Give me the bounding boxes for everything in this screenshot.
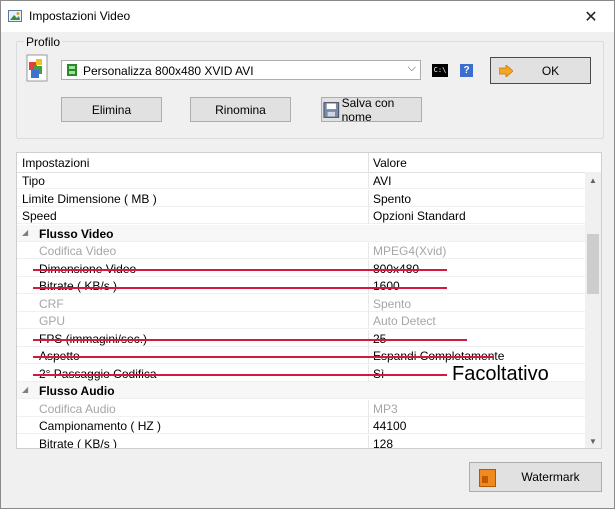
scroll-up-icon[interactable]: ▲ — [585, 172, 601, 188]
grid-row-key: Speed — [22, 209, 57, 223]
grid-row-key: CRF — [39, 296, 64, 311]
grid-row: CRF Spento — [17, 294, 585, 312]
grid-row[interactable]: Dimensione Video800x480 — [17, 259, 585, 277]
film-icon — [67, 64, 77, 76]
grid-row: GPU Auto Detect — [17, 312, 585, 329]
arrow-right-icon — [499, 65, 513, 77]
grid-row-key: Tipo — [22, 174, 45, 188]
grid-scrollbar[interactable]: ▲ ▼ — [585, 172, 601, 448]
grid-row-value: Spento — [373, 191, 412, 206]
window-title: Impostazioni Video — [29, 9, 131, 23]
scroll-down-icon[interactable]: ▼ — [585, 433, 601, 448]
grid-row-value: MPEG4(Xvid) — [373, 244, 447, 258]
grid-row: Codifica Audio MP3 — [17, 399, 585, 417]
grid-row-key: Codifica Video — [39, 244, 117, 258]
grid-header: Impostazioni Valore — [17, 153, 601, 173]
annotation-underline — [33, 339, 467, 341]
grid-row-value: Opzioni Standard — [373, 209, 466, 223]
grid-row[interactable]: Bitrate ( KB/s ) 1600 — [17, 277, 585, 294]
annotation-text: Facoltativo — [452, 363, 549, 385]
grid-row-key: Campionamento ( HZ ) — [39, 419, 162, 433]
grid-row-key: Flusso Video — [39, 226, 114, 241]
video-settings-window: Impostazioni Video ✕ Profilo Personalizz… — [0, 0, 615, 509]
grid-row[interactable]: Bitrate ( KB/s ) 128 — [17, 434, 585, 449]
disk-icon — [323, 101, 340, 118]
close-button[interactable]: ✕ — [568, 1, 614, 32]
grid-row-value: Auto Detect — [373, 314, 436, 328]
grid-row-key: Limite Dimensione ( MB ) — [22, 191, 157, 206]
help-icon[interactable]: ? — [460, 64, 473, 77]
scroll-thumb[interactable] — [587, 234, 599, 294]
annotation-underline — [33, 356, 493, 358]
close-icon: ✕ — [584, 8, 598, 26]
grid-row-value: Spento — [373, 296, 412, 311]
ok-button[interactable]: OK — [490, 57, 591, 84]
grid-row-key: GPU — [39, 314, 66, 328]
picture-icon — [8, 10, 22, 22]
header-settings: Impostazioni — [22, 156, 90, 170]
grid-row[interactable]: Campionamento ( HZ ) 44100 — [17, 417, 585, 434]
profile-select[interactable]: Personalizza 800x480 XVID AVI ⌵ — [61, 60, 421, 80]
delete-button-label: Elimina — [91, 102, 132, 117]
rename-button-label: Rinomina — [215, 102, 266, 117]
grid-category[interactable]: ◢ Flusso Video — [17, 224, 585, 242]
grid-row[interactable]: FPS (immagini/sec.)25 — [17, 329, 585, 347]
header-value: Valore — [373, 156, 407, 170]
profile-select-value: Personalizza 800x480 XVID AVI — [83, 64, 254, 78]
grid-row: Codifica Video MPEG4(Xvid) — [17, 242, 585, 259]
grid-row-value: MP3 — [373, 401, 398, 416]
profile-group-label: Profilo — [24, 35, 63, 49]
grid-row-value: 128 — [373, 436, 394, 449]
chevron-down-icon: ⌵ — [407, 62, 416, 74]
grid-row-key: Bitrate ( KB/s ) — [39, 279, 118, 293]
grid-row-key: Codifica Audio — [39, 401, 116, 416]
grid-row-value: 44100 — [373, 419, 407, 433]
grid-row-value: AVI — [373, 174, 392, 188]
grid-row[interactable]: Tipo AVI — [17, 172, 585, 189]
grid-row[interactable]: Speed Opzioni Standard — [17, 207, 585, 224]
grid-row[interactable]: Limite Dimensione ( MB ) Spento — [17, 189, 585, 207]
ok-button-label: OK — [541, 63, 560, 78]
settings-grid: Impostazioni Valore Tipo AVI Limite Dimens… — [16, 152, 602, 449]
title-bar: Impostazioni Video ✕ — [1, 1, 614, 32]
profile-stack-icon — [26, 54, 48, 82]
profile-group — [16, 41, 604, 139]
annotation-underline — [33, 269, 447, 271]
grid-row-key: Bitrate ( KB/s ) — [39, 436, 118, 449]
save-as-button-label: Salva con nome — [341, 95, 395, 124]
grid-row-key: Flusso Audio — [39, 384, 115, 398]
console-icon[interactable]: C:\ — [432, 64, 448, 77]
watermark-icon — [479, 469, 496, 487]
annotation-underline — [33, 374, 447, 376]
collapse-icon[interactable]: ◢ — [22, 228, 28, 237]
collapse-icon[interactable]: ◢ — [22, 385, 28, 394]
rename-button[interactable]: Rinomina — [190, 97, 291, 122]
grid-row-value: 1600 — [373, 279, 400, 293]
annotation-underline — [33, 287, 447, 289]
delete-button[interactable]: Elimina — [61, 97, 162, 122]
watermark-button-label: Watermark — [521, 470, 580, 484]
watermark-button[interactable]: Watermark — [469, 462, 602, 492]
save-as-button[interactable]: Salva con nome — [321, 95, 422, 124]
